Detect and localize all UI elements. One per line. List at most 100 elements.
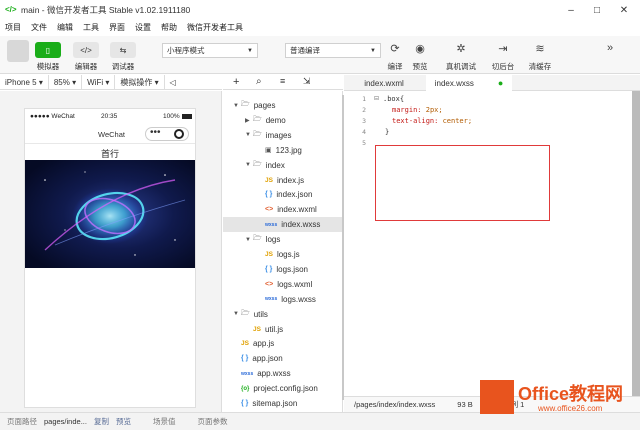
mode-select[interactable]: 小程序模式 ▼ bbox=[162, 43, 258, 58]
tab-index-wxss[interactable]: index.wxss ● bbox=[426, 75, 512, 91]
office-logo-icon bbox=[480, 380, 514, 414]
compile-select[interactable]: 普通编译 ▼ bbox=[285, 43, 381, 58]
tree-folder[interactable]: ▶ 🗁 demo bbox=[223, 113, 342, 128]
tab-label: index.wxml bbox=[364, 78, 404, 88]
menu-item-help[interactable]: 帮助 bbox=[156, 22, 182, 33]
tree-file[interactable]: { } index.json bbox=[223, 187, 342, 202]
line-number: 2 bbox=[362, 106, 366, 114]
sim-ops-select[interactable]: 模拟操作 ▾ bbox=[115, 74, 165, 90]
folder-icon: 🗁 bbox=[253, 130, 262, 138]
collapse-icon[interactable]: ⇲ bbox=[303, 76, 311, 87]
tree-file[interactable]: <> index.wxml bbox=[223, 202, 342, 217]
eye-icon[interactable]: ◉ bbox=[410, 42, 430, 55]
tree-item-label: app.wxss bbox=[257, 369, 291, 379]
watermark: Office教程网 www.office26.com bbox=[476, 376, 636, 426]
code-editor[interactable] bbox=[344, 91, 640, 396]
tree-file[interactable]: wxss index.wxss bbox=[223, 217, 342, 233]
zoom-value: 85% bbox=[53, 77, 70, 87]
sim-ops-value: 模拟操作 bbox=[120, 77, 153, 87]
minimize-button[interactable]: – bbox=[557, 0, 585, 20]
menu-item-edit[interactable]: 编辑 bbox=[52, 22, 78, 33]
switch-background-icon[interactable]: ⇥ bbox=[493, 42, 513, 55]
tree-item-label: project.config.json bbox=[253, 384, 318, 394]
avatar[interactable] bbox=[7, 40, 29, 62]
close-button[interactable]: ✕ bbox=[610, 0, 638, 20]
code-line: .box{ bbox=[383, 95, 404, 103]
tree-file[interactable]: {o} project.config.json bbox=[223, 381, 342, 396]
caret-down-icon: ▾ bbox=[72, 77, 77, 87]
code-line: margin: 2px; bbox=[392, 106, 443, 114]
tree-file[interactable]: wxss app.wxss bbox=[223, 366, 342, 381]
add-icon[interactable]: + bbox=[233, 76, 239, 88]
menu-item-view[interactable]: 界面 bbox=[104, 22, 130, 33]
tree-file[interactable]: { } logs.json bbox=[223, 262, 342, 277]
debugger-toggle-button[interactable]: ⇆ bbox=[110, 42, 136, 58]
window-title: main - 微信开发者工具 Stable v1.02.1911180 bbox=[21, 5, 191, 15]
caret-down-icon: ▼ bbox=[245, 162, 251, 169]
tree-item-label: logs.wxss bbox=[281, 294, 316, 304]
folder-icon: 🗁 bbox=[253, 160, 262, 168]
caret-down-icon: ▼ bbox=[245, 132, 251, 139]
menu-item-file[interactable]: 文件 bbox=[26, 22, 52, 33]
tree-folder[interactable]: ▼ 🗁 index bbox=[223, 158, 342, 173]
refresh-icon[interactable]: ⟳ bbox=[385, 42, 405, 55]
tree-folder[interactable]: ▼ 🗁 pages bbox=[223, 98, 342, 113]
close-circle-icon[interactable] bbox=[174, 129, 184, 139]
simulator-toggle-button[interactable]: ▯ bbox=[35, 42, 61, 58]
bug-icon[interactable]: ✲ bbox=[451, 42, 471, 55]
preview-link[interactable]: 预览 bbox=[116, 416, 131, 427]
code-line: text-align: center; bbox=[392, 117, 472, 125]
page-path-value: pages/inde... bbox=[44, 417, 87, 426]
menu-item-settings[interactable]: 设置 bbox=[130, 22, 156, 33]
page-path-label: 页面路径 bbox=[7, 417, 37, 426]
css-property: margin: bbox=[392, 106, 422, 114]
editor-splitter[interactable] bbox=[632, 91, 640, 396]
page-heading: 首行 bbox=[100, 149, 119, 159]
tree-item-label: index.js bbox=[276, 175, 305, 185]
tab-index-wxml[interactable]: index.wxml bbox=[344, 75, 424, 91]
tree-file[interactable]: { } app.json bbox=[223, 351, 342, 366]
code-line: } bbox=[385, 128, 389, 136]
page-params-label[interactable]: 页面参数 bbox=[197, 416, 227, 427]
tree-file[interactable]: JS util.js bbox=[223, 322, 342, 337]
tree-file[interactable]: { } sitemap.json bbox=[223, 396, 342, 411]
line-number: 1 bbox=[362, 95, 366, 103]
tree-file[interactable]: ▣ 123.jpg bbox=[223, 143, 342, 158]
sort-icon[interactable]: ≡ bbox=[280, 76, 285, 86]
copy-link[interactable]: 复制 bbox=[94, 416, 109, 427]
layers-icon[interactable]: ≋ bbox=[530, 42, 550, 55]
tree-folder[interactable]: ▼ 🗁 logs bbox=[223, 232, 342, 247]
tree-file[interactable]: wxss logs.wxss bbox=[223, 292, 342, 307]
tree-file[interactable]: JS index.js bbox=[223, 173, 342, 188]
device-select[interactable]: iPhone 5 ▾ bbox=[0, 74, 49, 90]
more-dots-icon[interactable]: ••• bbox=[150, 127, 161, 139]
tree-file[interactable]: JS logs.js bbox=[223, 247, 342, 262]
status-carrier: ●●●●● WeChat bbox=[30, 113, 75, 120]
tree-folder[interactable]: ▼ 🗁 utils bbox=[223, 307, 342, 322]
editor-toggle-button[interactable]: </> bbox=[73, 42, 99, 58]
caret-right-icon: ▶ bbox=[245, 117, 250, 124]
mode-select-value: 小程序模式 bbox=[167, 46, 205, 55]
more-chevron-icon[interactable]: » bbox=[600, 42, 620, 54]
fold-minus-icon[interactable]: ⊟ bbox=[374, 95, 379, 102]
code-icon: </> bbox=[80, 45, 92, 55]
img-icon: ▣ bbox=[265, 147, 272, 155]
maximize-button[interactable]: □ bbox=[583, 0, 611, 20]
menu-item-wechat-devtools[interactable]: 微信开发者工具 bbox=[182, 22, 248, 33]
zoom-select[interactable]: 85% ▾ bbox=[49, 74, 83, 90]
search-icon[interactable]: ⌕ bbox=[256, 76, 262, 87]
js-icon: JS bbox=[265, 251, 273, 258]
tree-item-label: app.js bbox=[252, 339, 275, 349]
menu-item-project[interactable]: 项目 bbox=[0, 22, 26, 33]
folder-icon: 🗁 bbox=[241, 309, 250, 317]
menu-item-tools[interactable]: 工具 bbox=[78, 22, 104, 33]
scene-label[interactable]: 场景值 bbox=[153, 416, 176, 427]
network-select[interactable]: WiFi ▾ bbox=[82, 74, 116, 90]
tree-file[interactable]: JS app.js bbox=[223, 336, 342, 351]
line-number: 4 bbox=[362, 128, 366, 136]
sound-icon[interactable]: ◁ bbox=[165, 75, 181, 90]
tree-file[interactable]: <> logs.wxml bbox=[223, 277, 342, 292]
tree-folder[interactable]: ▼ 🗁 images bbox=[223, 128, 342, 143]
tree-item-label: index bbox=[265, 160, 285, 170]
editor-tabs: index.wxml index.wxss ● bbox=[344, 75, 640, 91]
